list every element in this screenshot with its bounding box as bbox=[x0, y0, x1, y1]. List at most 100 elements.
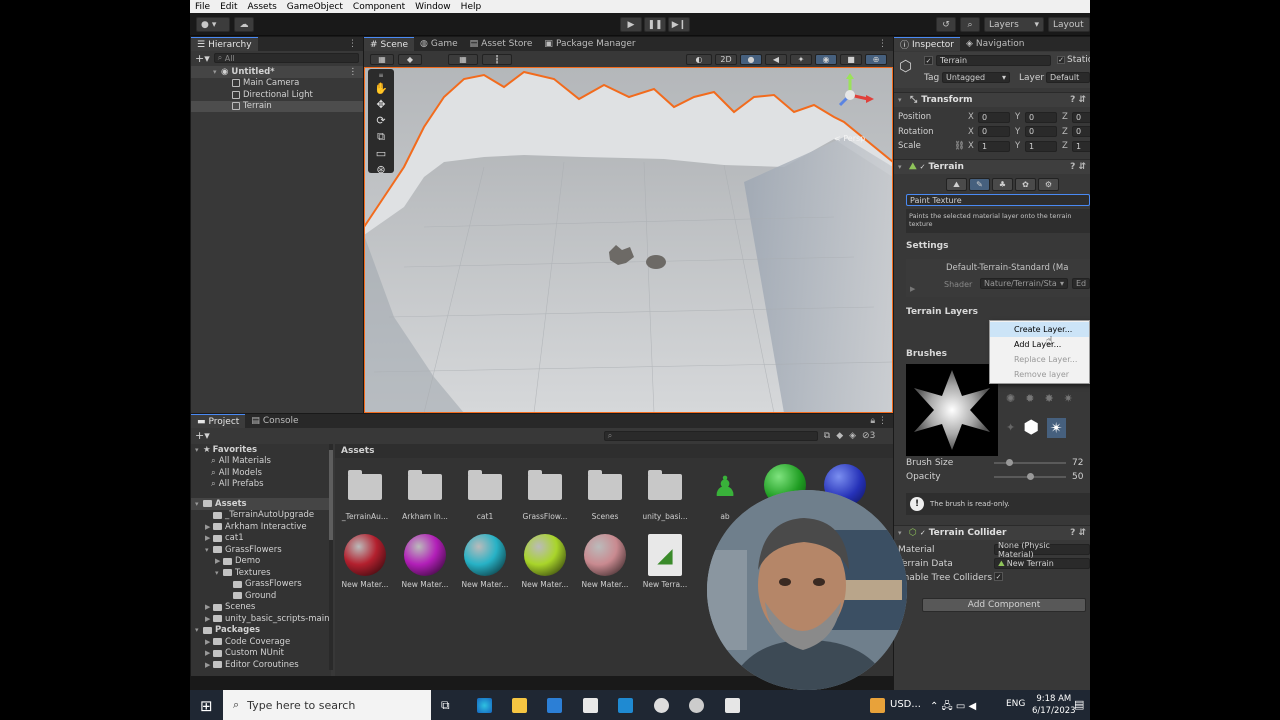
expand-arrow-icon[interactable]: ▶ bbox=[205, 661, 213, 669]
tag-dropdown[interactable]: Untagged ▾ bbox=[942, 72, 1010, 83]
pause-button[interactable]: ❚❚ bbox=[644, 17, 666, 32]
tray-icons[interactable]: ⌃ 🖧︎ ▭ ◀ bbox=[930, 699, 976, 716]
scale-tool-icon[interactable]: ⧉ bbox=[377, 130, 385, 144]
object-name-field[interactable]: Terrain bbox=[936, 55, 1051, 66]
bookmark-icon[interactable]: ◈ bbox=[849, 431, 856, 441]
slider-thumb[interactable] bbox=[1006, 459, 1013, 466]
expand-arrow-icon[interactable]: ▾ bbox=[213, 68, 221, 76]
hand-tool-icon[interactable]: ✋ bbox=[374, 82, 388, 95]
shader-edit-button[interactable]: Ed bbox=[1072, 278, 1090, 289]
expand-arrow-icon[interactable]: ▶ bbox=[205, 523, 213, 531]
terrain-settings-tool[interactable]: ⚙ bbox=[1038, 178, 1059, 191]
grid-snap-button[interactable]: ▦ bbox=[448, 53, 478, 65]
opacity-slider[interactable] bbox=[994, 473, 1066, 480]
scene-row[interactable]: ▾ ◉ Untitled* ⋮ bbox=[191, 66, 363, 78]
step-button[interactable]: ▶❙ bbox=[668, 17, 690, 32]
brush-option-icon[interactable]: ✺ bbox=[1006, 392, 1015, 405]
raise-terrain-tool[interactable]: ⛰ bbox=[946, 178, 967, 191]
layer-dropdown[interactable]: Default bbox=[1046, 72, 1090, 83]
breadcrumb-assets[interactable]: Assets bbox=[341, 446, 374, 456]
link-icon[interactable]: ⛓ bbox=[954, 141, 965, 151]
folder-asset[interactable]: GrassFlow... bbox=[515, 466, 575, 521]
menu-item-add-layer[interactable]: Add Layer... bbox=[990, 337, 1089, 352]
vscode-icon[interactable] bbox=[618, 698, 633, 713]
more-options-icon[interactable]: ⋮ bbox=[348, 39, 363, 49]
brush-option-icon[interactable]: ✹ bbox=[1025, 392, 1034, 405]
selected-star-brush-icon[interactable]: ✴ bbox=[1046, 417, 1066, 438]
obs-icon[interactable] bbox=[689, 698, 704, 713]
z-field[interactable]: 0 bbox=[1072, 126, 1090, 137]
windows-start-icon[interactable]: ⊞ bbox=[200, 697, 213, 715]
add-icon[interactable]: +▾ bbox=[195, 52, 210, 65]
terrain-data-field[interactable]: ⛰ New Terrain bbox=[994, 558, 1090, 569]
enabled-checkbox[interactable]: ✓ bbox=[920, 529, 926, 537]
assets-root-row[interactable]: ▾ Assets bbox=[191, 498, 331, 510]
search-button[interactable]: ⌕ bbox=[960, 17, 980, 32]
terrain-asset[interactable]: ◢ New Terra... bbox=[635, 534, 695, 589]
scene-viewport[interactable]: ≡ ✋ ✥ ⟳ ⧉ ▭ ⊛ < Persp bbox=[364, 67, 893, 413]
add-component-button[interactable]: Add Component bbox=[922, 598, 1086, 612]
menu-help[interactable]: Help bbox=[456, 2, 487, 12]
tab-navigation[interactable]: ◈ Navigation bbox=[960, 37, 1030, 51]
asset-tree-item[interactable]: _TerrainAutoUpgrade bbox=[191, 510, 331, 522]
tree-colliders-checkbox[interactable]: ✓ bbox=[994, 572, 1003, 581]
packages-root-row[interactable]: ▾ Packages bbox=[191, 625, 331, 637]
hierarchy-search-input[interactable]: ⌕ All bbox=[213, 53, 359, 63]
asset-tree-item[interactable]: ▶ cat1 bbox=[191, 533, 331, 545]
folder-asset[interactable]: cat1 bbox=[455, 466, 515, 521]
scrollbar-thumb[interactable] bbox=[329, 450, 333, 540]
expand-arrow-icon[interactable]: ▾ bbox=[195, 626, 203, 634]
layout-dropdown[interactable]: Layout bbox=[1048, 17, 1090, 32]
brush-option-icon[interactable]: ✦ bbox=[1006, 421, 1015, 434]
drag-handle-icon[interactable]: ≡ bbox=[378, 72, 383, 79]
collapse-arrow-icon[interactable]: ▾ bbox=[898, 529, 906, 537]
menu-item-create-layer[interactable]: Create Layer... bbox=[990, 322, 1089, 337]
help-icon[interactable]: ? ⇵ bbox=[1070, 162, 1086, 172]
more-options-icon[interactable]: ⋮ bbox=[349, 67, 358, 77]
menu-component[interactable]: Component bbox=[348, 2, 410, 12]
gizmos-button[interactable]: ⊕ bbox=[865, 53, 887, 65]
asset-tree-item[interactable]: ▾ GrassFlowers bbox=[191, 544, 331, 556]
expand-arrow-icon[interactable]: ▶ bbox=[215, 557, 223, 565]
rotate-tool-icon[interactable]: ⟳ bbox=[376, 114, 385, 127]
tab-project[interactable]: ▬ Project bbox=[191, 414, 246, 428]
hierarchy-item[interactable]: Main Camera bbox=[191, 78, 363, 90]
expand-arrow-icon[interactable]: ▶ bbox=[205, 649, 213, 657]
perspective-label[interactable]: < Persp bbox=[834, 134, 865, 143]
help-icon[interactable]: ? ⇵ bbox=[1070, 528, 1086, 538]
brush-size-value[interactable]: 72 bbox=[1072, 458, 1083, 468]
paint-terrain-tool[interactable]: ✎ bbox=[969, 178, 990, 191]
filter-label-icon[interactable]: ◆ bbox=[836, 431, 843, 441]
paint-mode-dropdown[interactable]: Paint Texture bbox=[906, 194, 1090, 206]
history-button[interactable]: ↺ bbox=[936, 17, 956, 32]
z-field[interactable]: 1 bbox=[1072, 140, 1090, 152]
2d-toggle[interactable]: 2D bbox=[715, 53, 737, 65]
taskbar-search-input[interactable]: ⌕ Type here to search bbox=[223, 690, 431, 720]
y-field[interactable]: 0 bbox=[1025, 126, 1057, 137]
material-asset[interactable]: New Mater... bbox=[335, 534, 395, 589]
orientation-gizmo[interactable] bbox=[832, 73, 880, 121]
layers-dropdown[interactable]: Layers ▾ bbox=[984, 17, 1044, 32]
favorites-row[interactable]: ▾ ★ Favorites bbox=[191, 444, 331, 456]
mail-icon[interactable] bbox=[547, 698, 562, 713]
brush-size-slider[interactable] bbox=[994, 459, 1066, 466]
asset-tree-item[interactable]: ▾ Textures bbox=[191, 567, 331, 579]
expand-arrow-icon[interactable]: ▶ bbox=[205, 603, 213, 611]
paint-trees-tool[interactable]: ♣ bbox=[992, 178, 1013, 191]
edge-browser-icon[interactable] bbox=[477, 698, 492, 713]
hidden-packages-icon[interactable]: ⊘3 bbox=[862, 431, 875, 441]
snap-increment-button[interactable]: ┇ bbox=[482, 53, 512, 65]
material-asset[interactable]: New Mater... bbox=[395, 534, 455, 589]
asset-tree-item[interactable]: Ground bbox=[191, 590, 331, 602]
camera-settings-button[interactable]: ■ bbox=[840, 53, 862, 65]
lighting-toggle[interactable]: ● bbox=[740, 53, 762, 65]
slider-thumb[interactable] bbox=[1027, 473, 1034, 480]
static-toggle[interactable]: ✓Static bbox=[1057, 55, 1090, 65]
expand-arrow-icon[interactable]: ▾ bbox=[195, 446, 203, 454]
terrain-collider-header[interactable]: ▾ ⬡ ✓ Terrain Collider ? ⇵ bbox=[894, 525, 1090, 540]
audio-toggle[interactable]: ◀ bbox=[765, 53, 787, 65]
brush-option-icon[interactable]: ✷ bbox=[1064, 392, 1073, 405]
draw-mode-button[interactable]: ▦ bbox=[370, 53, 394, 65]
add-icon[interactable]: +▾ bbox=[195, 429, 210, 442]
collapse-arrow-icon[interactable]: ▾ bbox=[898, 163, 906, 171]
